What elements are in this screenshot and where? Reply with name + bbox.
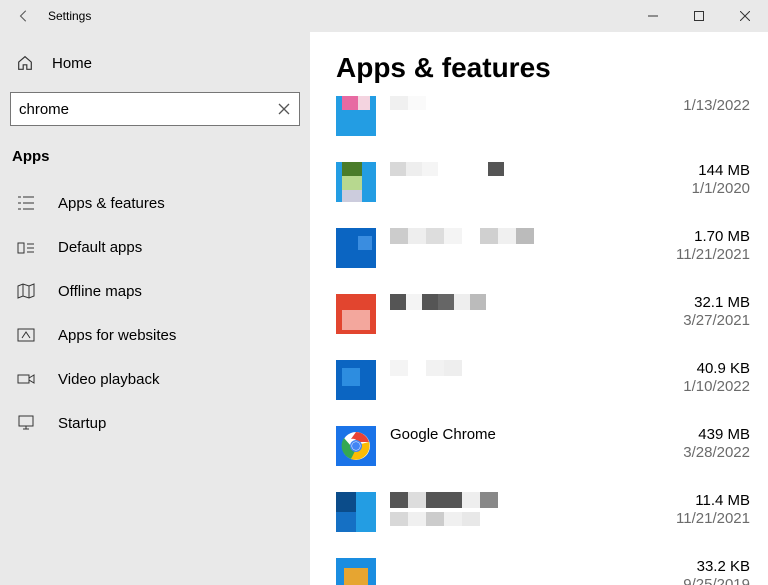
- nav-label: Video playback: [58, 371, 159, 388]
- app-icon: [336, 162, 376, 202]
- main-content: Apps & features 1/13/2022: [310, 32, 768, 585]
- nav-default-apps[interactable]: Default apps: [0, 225, 310, 269]
- app-icon: [336, 360, 376, 400]
- nav-label: Startup: [58, 415, 106, 432]
- app-row[interactable]: 32.1 MB 3/27/2021: [336, 294, 750, 334]
- window-controls: [630, 0, 768, 32]
- app-row[interactable]: 1/13/2022: [336, 96, 750, 136]
- app-icon-chrome: [336, 426, 376, 466]
- app-icon: [336, 228, 376, 268]
- app-size: 144 MB: [650, 162, 750, 179]
- app-icon: [336, 492, 376, 532]
- video-playback-icon: [16, 370, 36, 388]
- app-size: 33.2 KB: [650, 558, 750, 575]
- app-date: 11/21/2021: [650, 246, 750, 263]
- app-row-google-chrome[interactable]: Google Chrome 439 MB 3/28/2022: [336, 426, 750, 466]
- titlebar: Settings: [0, 0, 768, 32]
- nav-label: Offline maps: [58, 283, 142, 300]
- nav-label: Default apps: [58, 239, 142, 256]
- page-title: Apps & features: [336, 52, 750, 84]
- nav-label: Apps & features: [58, 195, 165, 212]
- search-clear-button[interactable]: [268, 92, 300, 126]
- app-size: 1.70 MB: [650, 228, 750, 245]
- home-nav[interactable]: Home: [0, 44, 310, 82]
- sidebar: Home Apps Apps & features Default apps: [0, 32, 310, 585]
- window-title: Settings: [48, 9, 91, 23]
- app-row[interactable]: 33.2 KB 9/25/2019: [336, 558, 750, 585]
- app-date: 1/10/2022: [650, 378, 750, 395]
- apps-websites-icon: [16, 326, 36, 344]
- app-name-redacted: [390, 360, 650, 376]
- nav-apps-features[interactable]: Apps & features: [0, 181, 310, 225]
- app-size: 11.4 MB: [650, 492, 750, 509]
- app-date: 3/27/2021: [650, 312, 750, 329]
- app-date: 9/25/2019: [650, 576, 750, 585]
- apps-features-icon: [16, 194, 36, 212]
- app-row[interactable]: 144 MB 1/1/2020: [336, 162, 750, 202]
- search-box: [10, 92, 300, 126]
- search-input[interactable]: [10, 92, 300, 126]
- app-size: 32.1 MB: [650, 294, 750, 311]
- nav-label: Apps for websites: [58, 327, 176, 344]
- app-name-redacted: [390, 492, 650, 526]
- nav-apps-websites[interactable]: Apps for websites: [0, 313, 310, 357]
- offline-maps-icon: [16, 282, 36, 300]
- close-button[interactable]: [722, 0, 768, 32]
- nav-startup[interactable]: Startup: [0, 401, 310, 445]
- app-row[interactable]: 11.4 MB 11/21/2021: [336, 492, 750, 532]
- nav-offline-maps[interactable]: Offline maps: [0, 269, 310, 313]
- minimize-button[interactable]: [630, 0, 676, 32]
- section-header: Apps: [0, 140, 310, 181]
- home-icon: [16, 54, 36, 72]
- app-date: 1/13/2022: [650, 97, 750, 114]
- nav-video-playback[interactable]: Video playback: [0, 357, 310, 401]
- app-date: 3/28/2022: [650, 444, 750, 461]
- app-icon: [336, 558, 376, 585]
- app-name-redacted: [390, 228, 650, 244]
- default-apps-icon: [16, 238, 36, 256]
- startup-icon: [16, 414, 36, 432]
- app-icon: [336, 96, 376, 136]
- app-name-redacted: [390, 96, 650, 110]
- app-size: 439 MB: [650, 426, 750, 443]
- app-icon: [336, 294, 376, 334]
- app-row[interactable]: 1.70 MB 11/21/2021: [336, 228, 750, 268]
- app-size: 40.9 KB: [650, 360, 750, 377]
- app-date: 1/1/2020: [650, 180, 750, 197]
- app-row[interactable]: 40.9 KB 1/10/2022: [336, 360, 750, 400]
- app-name-redacted: [390, 294, 650, 310]
- back-button[interactable]: [8, 0, 40, 32]
- home-label: Home: [52, 55, 92, 72]
- app-name-redacted: [390, 162, 650, 176]
- app-name: Google Chrome: [390, 426, 496, 443]
- app-date: 11/21/2021: [650, 510, 750, 527]
- maximize-button[interactable]: [676, 0, 722, 32]
